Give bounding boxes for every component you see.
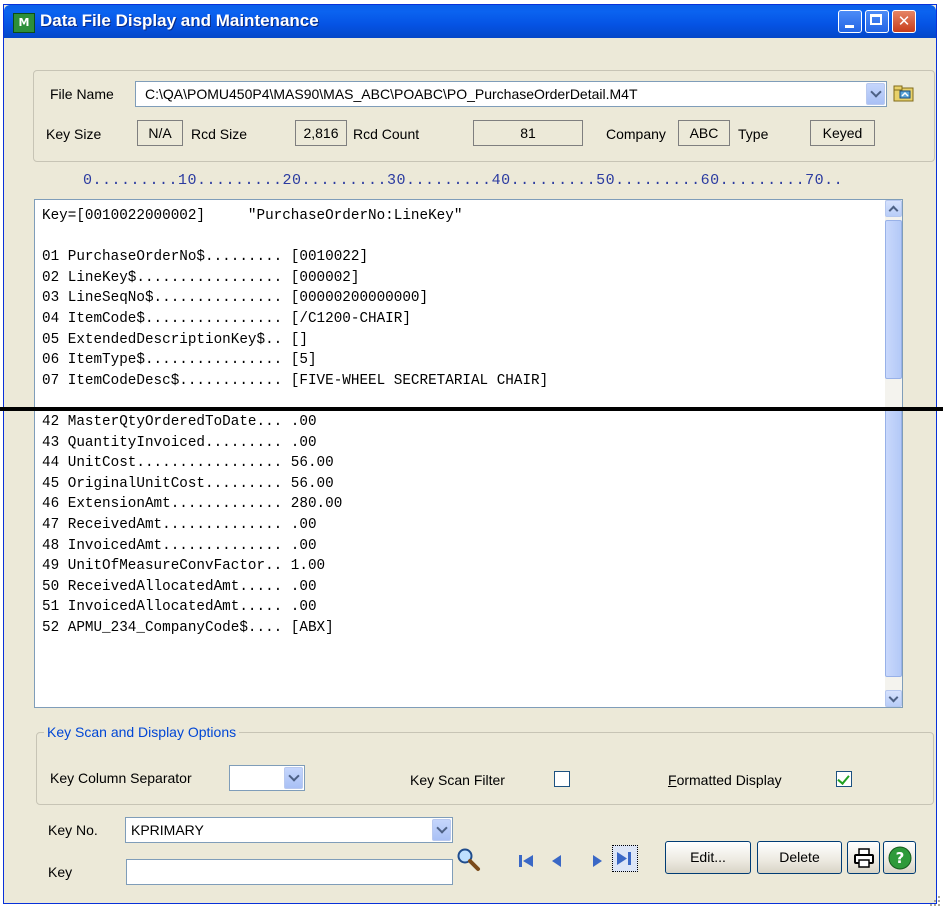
maximize-button[interactable] xyxy=(865,10,889,33)
record-line: 44 UnitCost................. 56.00 xyxy=(42,455,334,472)
printer-icon xyxy=(853,848,874,868)
resize-grip-icon[interactable] xyxy=(929,895,941,907)
vertical-scrollbar[interactable] xyxy=(885,200,902,707)
record-line: 48 InvoicedAmt.............. .00 xyxy=(42,537,317,554)
window-title: Data File Display and Maintenance xyxy=(40,11,319,30)
formatted-display-label: Formatted Display xyxy=(668,772,782,788)
record-line: 45 OriginalUnitCost......... 56.00 xyxy=(42,475,334,492)
help-button[interactable]: ? xyxy=(883,841,916,874)
column-ruler: 0.........10.........20.........30......… xyxy=(83,172,844,189)
title-bar[interactable]: M Data File Display and Maintenance ✕ xyxy=(4,5,936,38)
app-icon[interactable]: M xyxy=(13,13,35,33)
chevron-down-icon[interactable] xyxy=(432,819,451,841)
record-lines-bottom: 42 MasterQtyOrderedToDate... .00 43 Quant… xyxy=(42,412,342,639)
split-divider xyxy=(0,407,943,411)
key-scan-filter-checkbox[interactable] xyxy=(554,771,570,787)
previous-record-icon[interactable] xyxy=(548,852,566,870)
type-value: Keyed xyxy=(810,120,875,146)
search-icon[interactable] xyxy=(455,846,481,872)
file-name-value: C:\QA\POMU450P4\MAS90\MAS_ABC\POABC\PO_P… xyxy=(145,86,638,102)
record-line: 05 ExtendedDescriptionKey$.. [] xyxy=(42,331,308,348)
svg-text:?: ? xyxy=(895,849,904,867)
edit-button-label: Edit... xyxy=(690,849,726,865)
maximize-icon xyxy=(870,14,882,25)
record-line: Key=[0010022000002] "PurchaseOrderNo:Lin… xyxy=(42,208,463,224)
record-line xyxy=(42,227,548,248)
rcd-size-value: 2,816 xyxy=(295,120,347,146)
record-line: 06 ItemType$................ [5] xyxy=(42,352,317,369)
key-label: Key xyxy=(48,864,73,880)
key-column-separator-select[interactable] xyxy=(229,765,305,791)
close-icon: ✕ xyxy=(897,12,911,30)
key-no-select[interactable]: KPRIMARY xyxy=(125,817,453,843)
key-no-value: KPRIMARY xyxy=(131,822,204,838)
next-record-icon[interactable] xyxy=(588,852,606,870)
rcd-count-value: 81 xyxy=(473,120,583,146)
type-label: Type xyxy=(738,126,769,142)
scroll-thumb[interactable] xyxy=(885,220,902,379)
record-line: 50 ReceivedAllocatedAmt..... .00 xyxy=(42,578,317,595)
record-line: 51 InvoicedAllocatedAmt..... .00 xyxy=(42,599,317,616)
scroll-thumb-lower[interactable] xyxy=(885,407,902,677)
delete-button[interactable]: Delete xyxy=(757,841,842,874)
close-button[interactable]: ✕ xyxy=(892,10,916,33)
first-record-icon[interactable] xyxy=(517,852,535,870)
scroll-up-icon[interactable] xyxy=(885,200,902,217)
help-icon: ? xyxy=(888,846,911,870)
company-value: ABC xyxy=(678,120,730,146)
options-group xyxy=(36,732,934,805)
checkmark-icon xyxy=(837,772,850,785)
file-name-label: File Name xyxy=(50,86,114,102)
key-input[interactable] xyxy=(126,859,453,885)
minimize-button[interactable] xyxy=(838,10,862,33)
print-button[interactable] xyxy=(847,841,880,874)
last-record-icon[interactable] xyxy=(612,845,638,872)
key-no-label: Key No. xyxy=(48,822,98,838)
scroll-down-icon[interactable] xyxy=(885,690,902,707)
chevron-down-icon[interactable] xyxy=(284,767,303,789)
rcd-size-label: Rcd Size xyxy=(191,126,248,142)
edit-button[interactable]: Edit... xyxy=(665,841,751,874)
delete-button-label: Delete xyxy=(779,849,820,865)
file-name-select[interactable]: C:\QA\POMU450P4\MAS90\MAS_ABC\POABC\PO_P… xyxy=(135,81,887,107)
key-size-value: N/A xyxy=(137,120,183,146)
record-line: 52 APMU_234_CompanyCode$.... [ABX] xyxy=(42,619,334,636)
key-size-label: Key Size xyxy=(46,126,102,142)
record-line: 46 ExtensionAmt............. 280.00 xyxy=(42,496,343,513)
key-column-separator-label: Key Column Separator xyxy=(50,770,192,786)
minimize-icon xyxy=(845,25,854,28)
record-line: 01 PurchaseOrderNo$......... [0010022] xyxy=(42,249,369,266)
record-line: 07 ItemCodeDesc$............ [FIVE-WHEEL… xyxy=(42,372,549,389)
options-group-title: Key Scan and Display Options xyxy=(44,724,240,740)
record-line: 49 UnitOfMeasureConvFactor.. 1.00 xyxy=(42,558,326,575)
record-line: 04 ItemCode$................ [/C1200-CHA… xyxy=(42,310,411,327)
record-line: 03 LineSeqNo$............... [0000020000… xyxy=(42,290,429,307)
record-line: 43 QuantityInvoiced......... .00 xyxy=(42,434,317,451)
record-line: 42 MasterQtyOrderedToDate... .00 xyxy=(42,414,317,430)
record-line: 02 LineKey$................. [000002] xyxy=(42,269,360,286)
record-lines-top: Key=[0010022000002] "PurchaseOrderNo:Lin… xyxy=(42,206,548,391)
chevron-down-icon[interactable] xyxy=(866,83,885,105)
company-label: Company xyxy=(606,126,666,142)
formatted-display-checkbox[interactable] xyxy=(836,771,852,787)
rcd-count-label: Rcd Count xyxy=(353,126,420,142)
record-display[interactable]: Key=[0010022000002] "PurchaseOrderNo:Lin… xyxy=(34,199,903,708)
key-scan-filter-label: Key Scan Filter xyxy=(410,772,505,788)
browse-folder-icon[interactable] xyxy=(893,83,915,103)
record-line: 47 ReceivedAmt.............. .00 xyxy=(42,516,317,533)
